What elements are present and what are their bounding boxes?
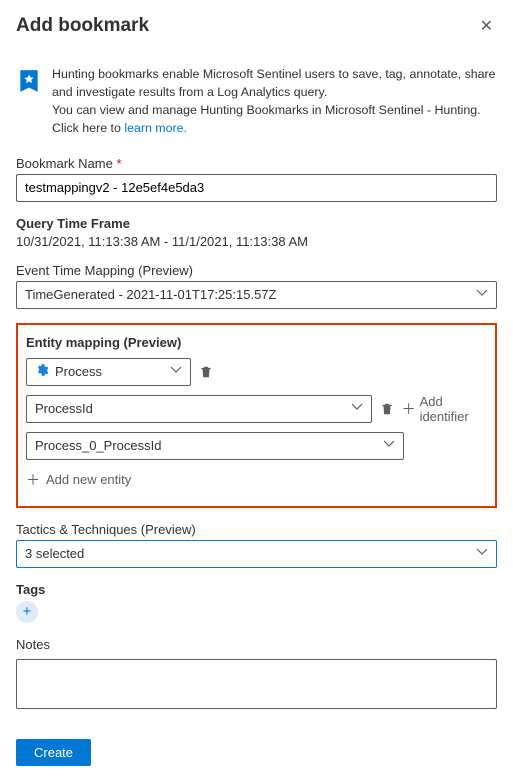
tactics-dropdown[interactable]: 3 selected xyxy=(16,540,497,568)
identifier-field-dropdown[interactable]: ProcessId xyxy=(26,395,372,423)
bookmark-star-icon xyxy=(16,68,42,138)
notes-label: Notes xyxy=(16,637,497,652)
info-line1: Hunting bookmarks enable Microsoft Senti… xyxy=(52,67,496,99)
tags-label: Tags xyxy=(16,582,497,597)
plus-icon: + xyxy=(23,603,32,620)
add-tag-button[interactable]: + xyxy=(16,601,38,623)
gear-icon xyxy=(35,363,49,380)
identifier-field-value: ProcessId xyxy=(35,401,93,416)
info-line2: You can view and manage Hunting Bookmark… xyxy=(52,103,481,135)
event-time-value: TimeGenerated - 2021-11-01T17:25:15.57Z xyxy=(25,287,276,302)
chevron-down-icon xyxy=(383,438,395,453)
event-time-dropdown[interactable]: TimeGenerated - 2021-11-01T17:25:15.57Z xyxy=(16,281,497,309)
identifier-value-dropdown[interactable]: Process_0_ProcessId xyxy=(26,432,404,460)
learn-more-link[interactable]: learn more. xyxy=(124,121,187,135)
close-icon[interactable]: ✕ xyxy=(476,14,497,38)
delete-identifier-icon[interactable] xyxy=(380,402,394,416)
info-text: Hunting bookmarks enable Microsoft Senti… xyxy=(52,66,497,138)
create-button[interactable]: Create xyxy=(16,739,91,766)
bookmark-name-label: Bookmark Name * xyxy=(16,156,497,171)
chevron-down-icon xyxy=(170,364,182,379)
add-identifier-button[interactable]: ＋ Add identifier xyxy=(402,394,487,424)
query-time-value: 10/31/2021, 11:13:38 AM - 11/1/2021, 11:… xyxy=(16,234,497,249)
entity-type-value: Process xyxy=(55,364,102,379)
bookmark-name-input[interactable] xyxy=(16,174,497,202)
event-time-label: Event Time Mapping (Preview) xyxy=(16,263,497,278)
identifier-value-value: Process_0_ProcessId xyxy=(35,438,161,453)
tactics-value: 3 selected xyxy=(25,546,84,561)
add-new-entity-label: Add new entity xyxy=(46,472,131,487)
tactics-label: Tactics & Techniques (Preview) xyxy=(16,522,497,537)
info-banner: Hunting bookmarks enable Microsoft Senti… xyxy=(16,66,497,138)
add-identifier-label: Add identifier xyxy=(420,394,487,424)
delete-entity-icon[interactable] xyxy=(199,365,213,379)
entity-mapping-label: Entity mapping (Preview) xyxy=(26,335,487,350)
query-time-label: Query Time Frame xyxy=(16,216,497,231)
plus-icon: ＋ xyxy=(402,399,416,419)
page-title: Add bookmark xyxy=(16,15,149,37)
chevron-down-icon xyxy=(351,401,363,416)
entity-type-dropdown[interactable]: Process xyxy=(26,358,191,386)
chevron-down-icon xyxy=(476,287,488,302)
notes-input[interactable] xyxy=(16,659,497,709)
chevron-down-icon xyxy=(476,546,488,561)
plus-icon: ＋ xyxy=(26,470,40,490)
add-new-entity-button[interactable]: ＋ Add new entity xyxy=(26,470,487,490)
entity-mapping-section: Entity mapping (Preview) Process Process… xyxy=(16,323,497,508)
